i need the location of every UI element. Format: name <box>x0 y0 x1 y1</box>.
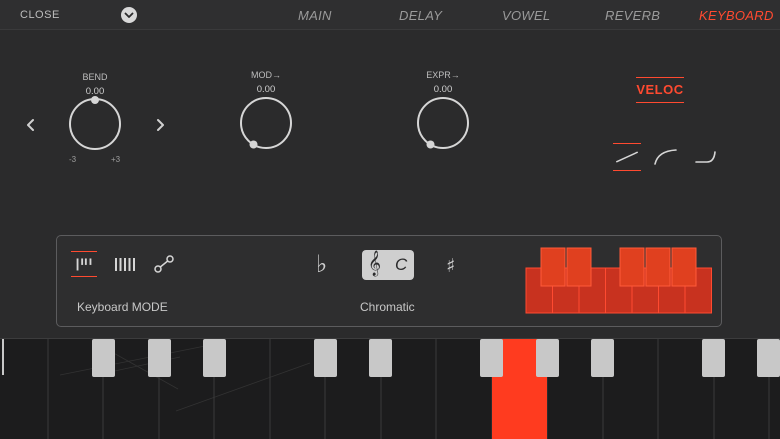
log-curve-icon[interactable] <box>652 143 680 171</box>
expr-value: 0.00 <box>433 84 453 95</box>
key-selector-button[interactable]: 𝄞 C <box>362 250 414 280</box>
tab-reverb[interactable]: REVERB <box>605 8 660 23</box>
mod-value: 0.00 <box>256 84 276 95</box>
expr-label: EXPR→ <box>426 70 460 80</box>
key-label: C <box>395 255 408 274</box>
bend-label: BEND <box>82 72 108 82</box>
tab-main[interactable]: MAIN <box>298 8 332 23</box>
top-bar: CLOSE MAIN DELAY VOWEL REVERB KEYBOARD <box>0 0 780 30</box>
mod-knob[interactable] <box>238 95 294 151</box>
flat-button[interactable]: ♭ <box>316 250 327 278</box>
sharp-button[interactable]: ♯ <box>446 255 455 277</box>
expr-knob[interactable] <box>415 95 471 151</box>
bend-max-label: +3 <box>111 155 121 164</box>
bend-knob[interactable] <box>67 96 123 152</box>
treble-clef-icon: 𝄞 <box>368 251 382 276</box>
tab-keyboard[interactable]: KEYBOARD <box>699 8 774 23</box>
keyboard-settings-panel: Keyboard MODE ♭ 𝄞 C ♯ Chromatic <box>56 235 722 327</box>
piano-keyboard[interactable] <box>0 338 780 439</box>
mod-label: MOD→ <box>251 70 281 80</box>
chevron-down-icon[interactable] <box>121 7 137 23</box>
piano-keys[interactable] <box>0 339 780 439</box>
full-keys-icon[interactable] <box>111 251 137 277</box>
close-button[interactable]: CLOSE <box>20 9 60 21</box>
link-icon[interactable] <box>151 251 177 277</box>
tab-delay[interactable]: DELAY <box>399 8 442 23</box>
chevron-left-icon[interactable] <box>25 117 37 133</box>
scale-keyboard-preview[interactable] <box>525 246 713 314</box>
linear-curve-icon[interactable] <box>613 143 641 171</box>
keyboard-mode-label: Keyboard MODE <box>77 300 168 314</box>
tab-vowel[interactable]: VOWEL <box>502 8 550 23</box>
veloc-button[interactable]: VELOC <box>636 77 684 103</box>
chevron-right-icon[interactable] <box>154 117 166 133</box>
scale-label: Chromatic <box>360 300 415 314</box>
split-keys-icon[interactable] <box>71 251 97 277</box>
exp-curve-icon[interactable] <box>693 143 721 171</box>
bend-min-label: -3 <box>69 155 77 164</box>
